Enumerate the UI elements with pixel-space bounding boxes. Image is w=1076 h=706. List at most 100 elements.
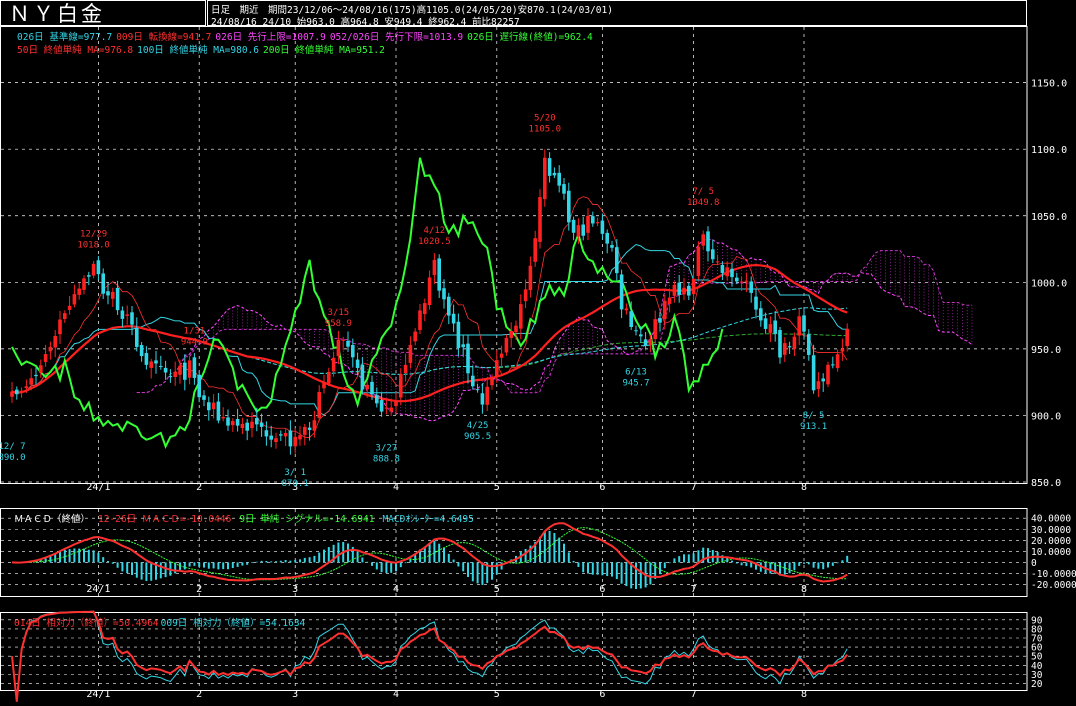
candle-body: [691, 278, 696, 295]
candle-body: [595, 222, 600, 224]
candle-body: [763, 318, 768, 329]
candle-body: [135, 328, 139, 347]
candle-body: [600, 220, 605, 234]
annotation-date: 4/25: [467, 421, 489, 431]
candle-body: [490, 378, 494, 386]
candle-body: [375, 395, 379, 404]
candle-body: [427, 277, 432, 306]
candle-body: [379, 400, 384, 412]
candle-body: [773, 320, 777, 334]
annotation-value: 958.9: [325, 319, 352, 329]
x-tick-label: 7: [691, 689, 697, 700]
candle-body: [768, 324, 773, 333]
candle-body: [39, 365, 43, 373]
candle-body: [797, 316, 801, 336]
candle-body: [759, 308, 763, 321]
candle-body: [235, 419, 240, 426]
annotation-value: 888.8: [373, 454, 400, 464]
candle-body: [130, 312, 134, 325]
candle-body: [34, 374, 38, 377]
x-tick-label: 2: [196, 689, 202, 700]
candle-body: [725, 267, 729, 277]
candle-body: [783, 343, 787, 355]
candle-body: [432, 259, 437, 275]
candle-body: [802, 315, 806, 332]
x-tick-label: 6: [599, 584, 605, 595]
x-tick-label: 5: [494, 689, 500, 700]
candle-body: [677, 282, 681, 295]
candle-body: [547, 158, 552, 176]
rsi14-line: [11, 610, 848, 702]
candle-body: [442, 288, 446, 300]
candle-body: [663, 300, 667, 319]
x-tick-label: 5: [494, 482, 500, 493]
candle-body: [15, 389, 19, 395]
candle-body: [715, 261, 720, 263]
annotation-date: 1/31: [184, 327, 206, 337]
annotation-date: 12/ 7: [0, 442, 26, 452]
candle-body: [216, 401, 221, 421]
candle-body: [168, 376, 173, 378]
candle-body: [831, 364, 835, 366]
candle-body: [504, 337, 509, 353]
candle-body: [53, 336, 57, 348]
candle-body: [207, 402, 211, 411]
candle-body: [447, 296, 451, 316]
x-tick-label: 2: [196, 584, 202, 595]
candle-body: [423, 303, 427, 315]
candle-body: [87, 275, 91, 277]
annotation-date: 6/13: [625, 368, 647, 378]
candle-body: [538, 197, 542, 242]
candle-body: [571, 219, 576, 233]
candle-body: [63, 313, 67, 320]
candle-body: [115, 287, 120, 311]
candle-body: [533, 238, 537, 262]
candle-body: [106, 291, 110, 296]
candle-body: [437, 258, 441, 291]
candle-body: [811, 355, 816, 391]
candle-body: [370, 381, 374, 395]
price-y-tick: 1150.0: [1031, 79, 1067, 90]
chart-window: ＮＹ白金 日足 期近 期間23/12/06〜24/08/16(175)高1105…: [0, 0, 1076, 706]
candle-body: [82, 278, 86, 290]
annotation-value: 890.0: [0, 453, 26, 463]
annotation-date: 4/12: [424, 226, 446, 236]
candle-body: [96, 260, 101, 275]
x-tick-label: 4: [393, 689, 399, 700]
candle-body: [240, 423, 245, 429]
candle-body: [259, 422, 264, 427]
candle-body: [499, 353, 504, 358]
candle-body: [408, 344, 413, 363]
candle-body: [399, 374, 403, 398]
candle-body: [706, 231, 710, 252]
candle-body: [807, 334, 811, 355]
candle-body: [183, 362, 187, 380]
candle-body: [639, 334, 643, 337]
candle-body: [144, 353, 149, 365]
candle-body: [125, 314, 129, 316]
x-tick-label: 3: [292, 689, 298, 700]
rsi-panel-frame: [0, 612, 1028, 691]
candle-body: [29, 378, 33, 385]
annotation-date: 8/ 5: [803, 411, 825, 421]
candle-body: [509, 331, 513, 339]
candle-body: [298, 435, 302, 440]
annotation-date: 7/ 5: [692, 187, 714, 197]
candle-body: [451, 313, 456, 324]
candle-body: [72, 294, 77, 305]
candle-body: [202, 395, 206, 400]
span-b-line: [136, 250, 972, 394]
x-tick-label: 3: [292, 584, 298, 595]
candle-body: [19, 390, 24, 393]
annotation-value: 1020.5: [418, 237, 451, 247]
candle-body: [139, 344, 144, 357]
candle-body: [355, 359, 360, 368]
macd-y-tick: 40.0000: [1031, 514, 1071, 525]
x-tick-label: 6: [599, 689, 605, 700]
x-tick-label: 5: [494, 584, 500, 595]
candle-body: [269, 435, 273, 440]
candle-body: [418, 310, 422, 330]
x-tick-label: 8: [801, 482, 807, 493]
candle-body: [403, 364, 408, 374]
candle-body: [687, 285, 691, 296]
